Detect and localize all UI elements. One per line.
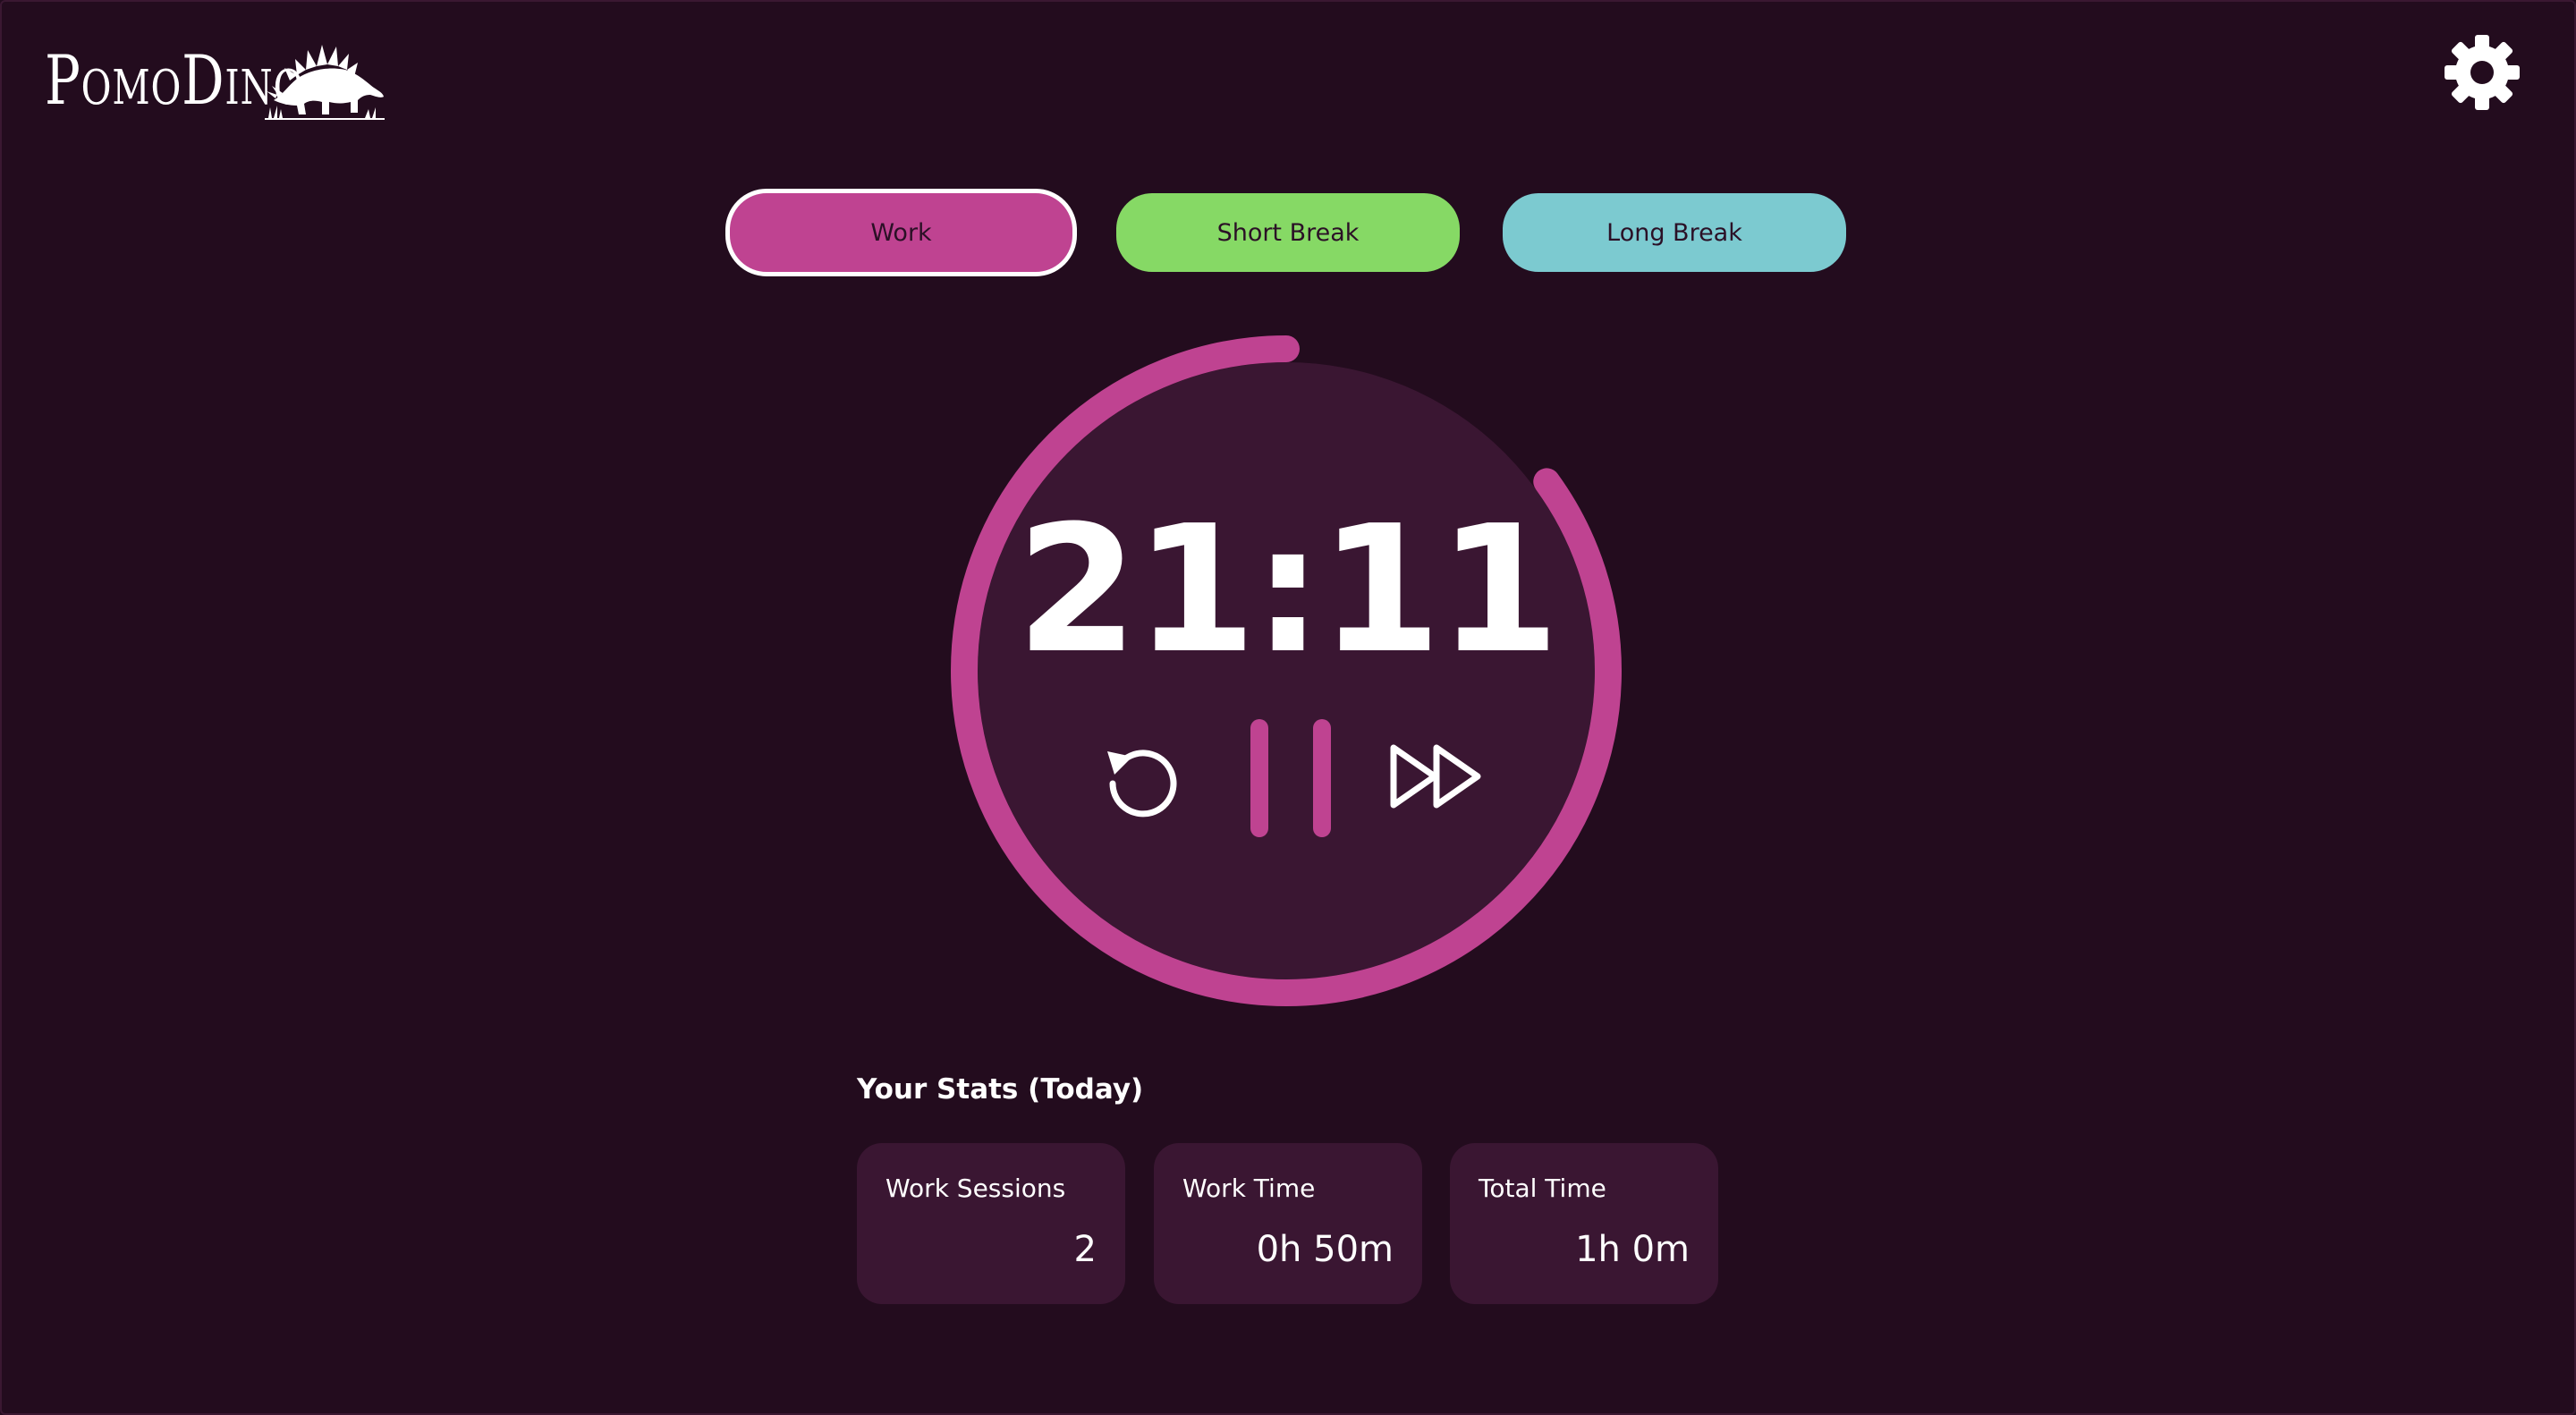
stat-value: 2 [1073, 1229, 1097, 1270]
stat-label: Work Sessions [886, 1174, 1066, 1203]
mode-short-break-button[interactable]: Short Break [1116, 193, 1460, 272]
pause-icon [1250, 719, 1331, 837]
mode-work-button[interactable]: Work [725, 189, 1077, 276]
stat-card-total-time: Total Time 1h 0m [1450, 1143, 1718, 1304]
stat-label: Total Time [1479, 1174, 1606, 1203]
stats-title: Your Stats (Today) [857, 1073, 1144, 1106]
pause-button[interactable] [1241, 716, 1331, 841]
stat-label: Work Time [1182, 1174, 1316, 1203]
timer: 21:11 [946, 331, 1626, 1011]
stat-value: 1h 0m [1575, 1229, 1690, 1270]
fast-forward-icon [1390, 744, 1481, 809]
settings-button[interactable] [2444, 34, 2521, 111]
stat-card-work-time: Work Time 0h 50m [1154, 1143, 1422, 1304]
reset-button[interactable] [1098, 733, 1184, 819]
app-logo: PomoDino [45, 36, 385, 125]
timer-display: 21:11 [1016, 488, 1560, 692]
stat-value: 0h 50m [1256, 1229, 1394, 1270]
reset-icon [1107, 750, 1177, 818]
skip-button[interactable] [1385, 733, 1496, 819]
mode-long-break-button[interactable]: Long Break [1503, 193, 1846, 272]
stat-card-work-sessions: Work Sessions 2 [857, 1143, 1125, 1304]
app-name: PomoDino [45, 40, 305, 120]
gear-icon [2445, 35, 2520, 110]
